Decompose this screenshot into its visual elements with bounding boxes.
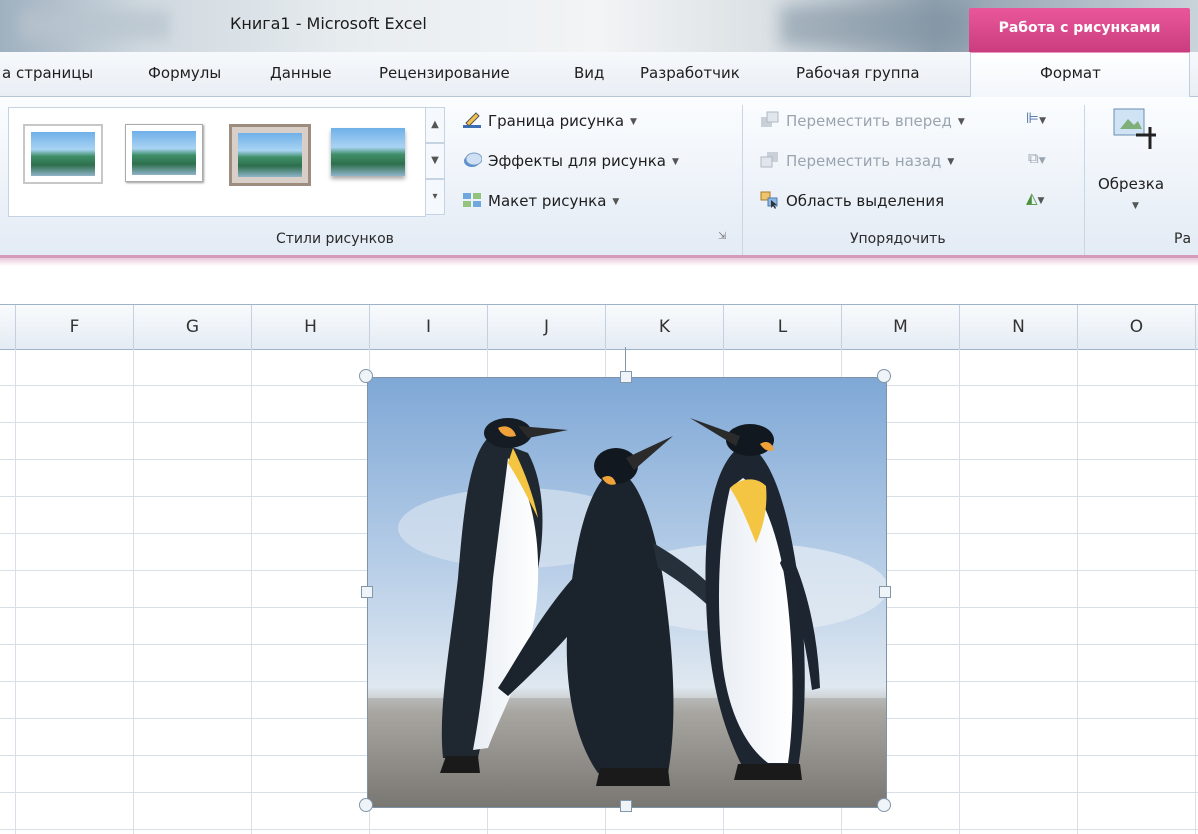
picture-style-beveled[interactable] [125,124,203,182]
title-blur-decor [780,6,970,46]
tab-format-label: Формат [1040,64,1101,82]
group-label-picture-styles: Стили рисунков [276,231,394,247]
tab-formulas[interactable]: Формулы [148,64,221,82]
tab-review[interactable]: Рецензирование [379,64,510,82]
style-preview-image [132,131,196,175]
crop-icon[interactable] [1110,105,1162,155]
group-label-size-partial: Ра [1174,231,1192,247]
chevron-down-icon[interactable]: ▼ [1132,201,1139,211]
resize-handle-right[interactable] [879,586,891,598]
group-objects-icon[interactable]: ⧉▼ [1028,149,1046,167]
picture-border-label: Граница рисунка [488,112,625,130]
style-preview-image [31,132,95,176]
resize-handle-left[interactable] [361,586,373,598]
rotate-icon[interactable]: ◭▼ [1026,189,1044,207]
tab-workgroup[interactable]: Рабочая группа [796,64,920,82]
picture-style-simple-frame[interactable] [23,124,103,184]
style-preview-image [238,133,302,177]
picture-style-shadow[interactable] [331,124,407,180]
bring-forward-button[interactable]: Переместить вперед ▼ [760,111,965,130]
column-header-h[interactable]: H [252,305,370,349]
align-icon[interactable]: ⊫▼ [1026,109,1046,127]
resize-handle-bottom-left[interactable] [359,798,373,812]
resize-handle-bottom[interactable] [620,800,632,812]
picture-effects-label: Эффекты для рисунка [488,152,666,170]
column-header-k[interactable]: K [606,305,724,349]
bring-forward-icon [760,111,780,129]
grid-column-line [1195,349,1196,834]
column-header-o[interactable]: O [1078,305,1196,349]
column-header-l[interactable]: L [724,305,842,349]
crop-label[interactable]: Обрезка [1098,175,1164,193]
group-separator [1084,105,1085,255]
picture-border-button[interactable]: Граница рисунка ▼ [462,111,637,130]
column-header-j[interactable]: J [488,305,606,349]
window-title: Книга1 - Microsoft Excel [230,14,427,33]
picture-layout-button[interactable]: Макет рисунка ▼ [462,191,619,210]
chevron-down-icon: ▼ [630,117,637,127]
chevron-down-icon: ▼ [612,197,620,207]
column-header-n[interactable]: N [960,305,1078,349]
column-header-f[interactable]: F [16,305,134,349]
gallery-scroll-controls: ▲ ▼ ▾ [425,107,445,215]
picture-tools-context-header: Работа с рисунками [969,8,1190,54]
selection-pane-label: Область выделения [786,192,945,210]
smartart-layout-icon [462,191,482,209]
ribbon: ▲ ▼ ▾ Граница рисунка ▼ Эффекты для рисун… [0,97,1198,258]
rotation-handle-stem [625,347,626,373]
resize-handle-top-right[interactable] [877,369,891,383]
tab-data[interactable]: Данные [270,64,332,82]
picture-layout-label: Макет рисунка [488,192,607,210]
tab-page-layout[interactable]: а страницы [2,64,93,82]
ribbon-bottom-shadow [0,258,1198,266]
chevron-down-icon: ▼ [957,117,965,127]
penguins-photo [368,378,886,807]
effects-icon [462,151,483,169]
column-header-m[interactable]: M [842,305,960,349]
selection-pane-icon [760,191,780,209]
gallery-scroll-down-button[interactable]: ▼ [425,143,445,179]
selection-pane-button[interactable]: Область выделения [760,191,944,210]
gallery-scroll-up-button[interactable]: ▲ [425,107,445,143]
send-backward-icon [760,151,780,169]
pencil-border-icon [462,111,482,129]
tab-developer[interactable]: Разработчик [640,64,740,82]
send-backward-label: Переместить назад [786,152,942,170]
dialog-launcher-icon[interactable]: ⇲ [718,231,726,242]
tab-view[interactable]: Вид [574,64,604,82]
group-label-arrange: Упорядочить [850,231,946,247]
group-separator [742,105,743,255]
title-blur-decor [20,10,170,40]
grid-column-line [133,349,134,834]
grid-column-line [1077,349,1078,834]
resize-handle-top[interactable] [620,371,632,383]
grid-column-line [251,349,252,834]
picture-style-thick-frame[interactable] [229,124,311,186]
column-header-g[interactable]: G [134,305,252,349]
column-header-row: F G H I J K L M N O [0,304,1198,350]
send-backward-button[interactable]: Переместить назад ▼ [760,151,954,170]
chevron-down-icon: ▼ [671,157,679,167]
grid-column-line [15,349,16,834]
resize-handle-top-left[interactable] [359,369,373,383]
picture-styles-gallery [8,107,426,217]
grid-column-line [959,349,960,834]
resize-handle-bottom-right[interactable] [877,798,891,812]
gallery-more-button[interactable]: ▾ [425,179,445,215]
column-header-edge [0,305,16,349]
column-header-i[interactable]: I [370,305,488,349]
picture-effects-button[interactable]: Эффекты для рисунка ▼ [462,151,679,170]
style-preview-image [331,128,405,176]
chevron-down-icon: ▼ [947,157,955,167]
inserted-picture[interactable] [367,377,887,808]
bring-forward-label: Переместить вперед [786,112,952,130]
